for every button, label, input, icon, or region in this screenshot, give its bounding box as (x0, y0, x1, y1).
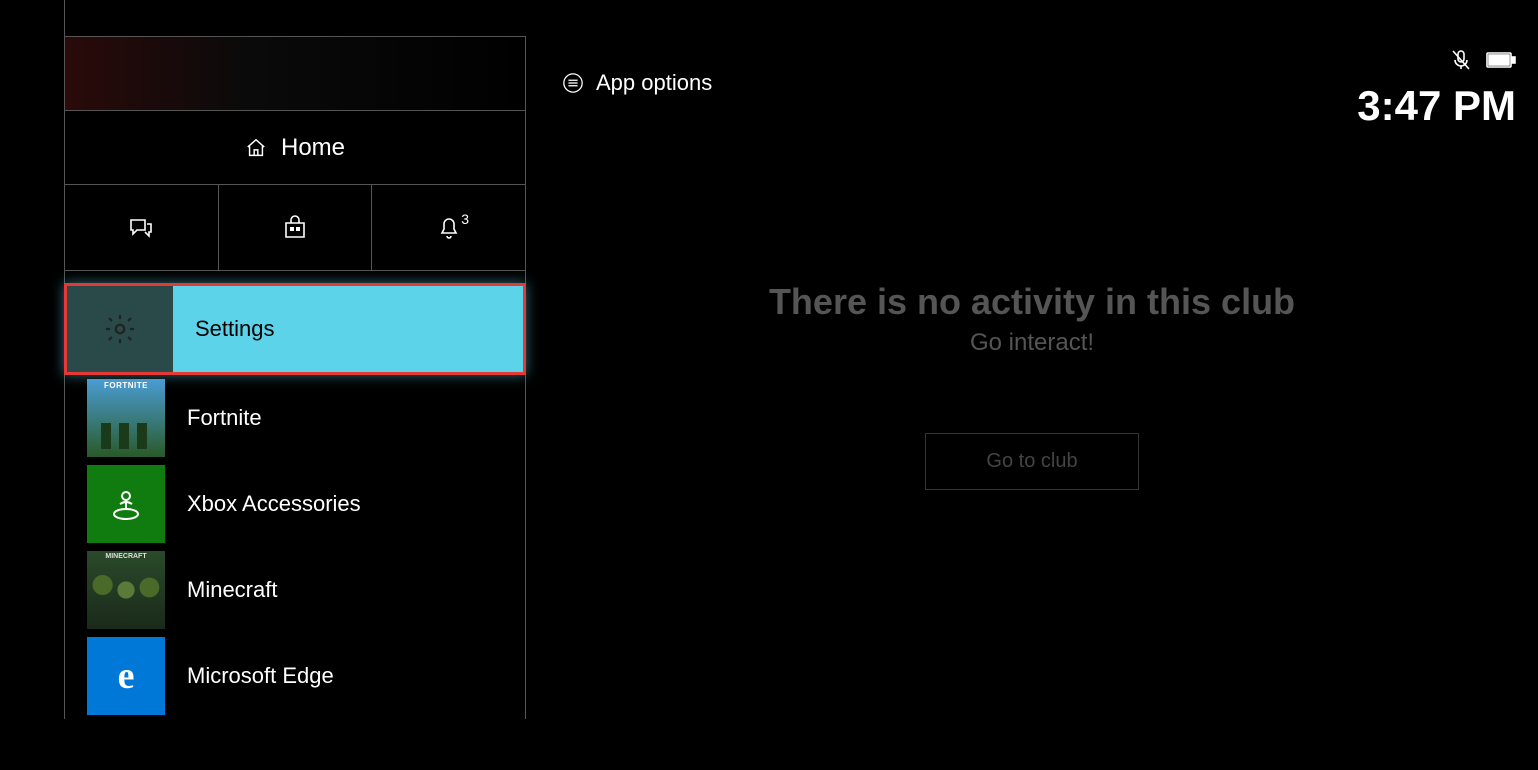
gear-icon (67, 286, 173, 372)
app-item-minecraft[interactable]: Minecraft (65, 547, 525, 633)
empty-state-title: There is no activity in this club (769, 281, 1295, 323)
chat-icon (127, 216, 155, 240)
app-item-xbox-accessories[interactable]: Xbox Accessories (65, 461, 525, 547)
minecraft-tile-icon (87, 551, 165, 629)
notification-badge: 3 (461, 211, 469, 227)
guide-sidebar: Home (64, 36, 526, 719)
tab-store[interactable] (219, 185, 373, 270)
home-label: Home (281, 134, 345, 162)
content-area: There is no activity in this club Go int… (526, 0, 1538, 770)
bell-icon (438, 216, 460, 240)
empty-state-subtitle: Go interact! (970, 329, 1094, 357)
home-icon (245, 137, 267, 159)
app-label: Minecraft (187, 577, 277, 603)
tab-notifications[interactable]: 3 (372, 185, 525, 270)
home-tab[interactable]: Home (65, 111, 525, 185)
app-label: Xbox Accessories (187, 491, 361, 517)
profile-banner[interactable] (65, 37, 525, 111)
app-item-settings[interactable]: Settings (64, 283, 526, 375)
app-item-fortnite[interactable]: Fortnite (65, 375, 525, 461)
app-item-edge[interactable]: e Microsoft Edge (65, 633, 525, 719)
divider-line (64, 0, 65, 36)
tab-chat[interactable] (65, 185, 219, 270)
app-label: Microsoft Edge (187, 663, 334, 689)
guide-tabs: 3 (65, 185, 525, 271)
store-icon (282, 215, 308, 241)
edge-tile-icon: e (87, 637, 165, 715)
app-label: Fortnite (187, 405, 262, 431)
app-label: Settings (195, 316, 275, 342)
accessories-tile-icon (87, 465, 165, 543)
go-to-club-button[interactable]: Go to club (925, 433, 1138, 490)
fortnite-tile-icon (87, 379, 165, 457)
app-list: Settings Fortnite Xbox Accessories Minec… (65, 271, 525, 719)
